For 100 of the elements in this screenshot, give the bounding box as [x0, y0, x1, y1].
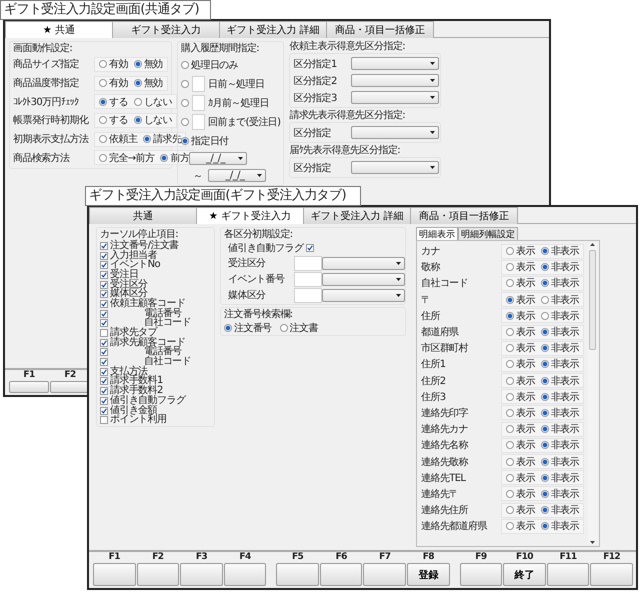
radio-button[interactable]: [540, 263, 549, 272]
tab[interactable]: 明細表示: [416, 227, 458, 240]
tab[interactable]: ★ 共通: [5, 21, 113, 38]
radio-button[interactable]: [540, 392, 549, 401]
radio-button[interactable]: [506, 392, 514, 401]
radio-button[interactable]: [540, 441, 549, 450]
tab[interactable]: ギフト受注入力 詳細: [219, 21, 327, 38]
radio-button[interactable]: [160, 154, 168, 162]
radio-button[interactable]: [506, 360, 514, 368]
dropdown[interactable]: [322, 272, 405, 286]
radio-button[interactable]: [540, 360, 549, 368]
radio-button[interactable]: [506, 425, 514, 434]
checkbox[interactable]: [100, 252, 108, 260]
arrow-up-icon[interactable]: [590, 243, 595, 246]
checkbox[interactable]: [100, 310, 108, 318]
radio-button[interactable]: [540, 328, 549, 336]
radio-button[interactable]: [540, 344, 549, 352]
dropdown[interactable]: _/_/_: [189, 152, 247, 165]
radio-button[interactable]: [134, 116, 142, 124]
radio-button[interactable]: [99, 116, 107, 124]
checkbox[interactable]: [100, 416, 108, 424]
radio-button[interactable]: [506, 408, 514, 417]
radio-button[interactable]: [181, 80, 189, 88]
tab[interactable]: 商品・項目一括修正: [326, 21, 434, 38]
radio-button[interactable]: [506, 247, 514, 256]
radio-button[interactable]: [506, 458, 514, 466]
arrow-down-icon[interactable]: [590, 541, 595, 544]
dropdown[interactable]: [351, 57, 440, 70]
tab[interactable]: 商品・項目一括修正: [410, 207, 518, 224]
radio-button[interactable]: [99, 79, 107, 88]
radio-button[interactable]: [540, 247, 549, 256]
radio-button[interactable]: [506, 279, 514, 288]
radio-button[interactable]: [506, 376, 514, 385]
radio-button[interactable]: [506, 490, 514, 498]
radio-button[interactable]: [99, 98, 107, 106]
tab[interactable]: 共通: [89, 207, 197, 224]
checkbox[interactable]: [100, 396, 108, 405]
radio-button[interactable]: [506, 312, 514, 320]
checkbox[interactable]: [100, 368, 108, 376]
checkbox[interactable]: [100, 348, 108, 356]
checkbox[interactable]: [100, 280, 108, 289]
radio-button[interactable]: [540, 312, 549, 320]
radio-button[interactable]: [280, 324, 288, 332]
tab[interactable]: ギフト受注入力: [112, 21, 220, 38]
checkbox[interactable]: [100, 338, 108, 347]
code-field[interactable]: [294, 288, 322, 302]
radio-button[interactable]: [540, 506, 549, 514]
dropdown[interactable]: [351, 126, 440, 139]
function-key-button[interactable]: 登録: [407, 563, 450, 586]
checkbox[interactable]: [100, 387, 108, 396]
checkbox[interactable]: [100, 242, 108, 250]
dropdown[interactable]: [322, 288, 405, 302]
checkbox[interactable]: [100, 319, 108, 328]
radio-button[interactable]: [540, 490, 549, 498]
radio-button[interactable]: [134, 60, 142, 68]
radio-button[interactable]: [506, 296, 514, 304]
radio-button[interactable]: [506, 328, 514, 336]
function-key-button[interactable]: [50, 381, 90, 393]
radio-button[interactable]: [540, 408, 549, 417]
checkbox[interactable]: [100, 290, 108, 298]
radio-button[interactable]: [181, 118, 189, 126]
radio-button[interactable]: [181, 98, 189, 106]
tab[interactable]: ギフト受注入力 詳細: [303, 207, 411, 224]
scrollbar[interactable]: [588, 243, 597, 544]
radio-button[interactable]: [540, 522, 549, 530]
radio-button[interactable]: [506, 474, 514, 482]
checkbox[interactable]: [100, 377, 108, 386]
function-key-button[interactable]: 終了: [503, 563, 546, 586]
dropdown[interactable]: [351, 91, 440, 104]
checkbox[interactable]: [306, 244, 314, 252]
radio-button[interactable]: [99, 135, 107, 144]
dropdown[interactable]: [351, 74, 440, 87]
radio-button[interactable]: [99, 154, 107, 162]
radio-button[interactable]: [506, 344, 514, 352]
code-field[interactable]: [294, 256, 322, 270]
count-field[interactable]: [192, 76, 205, 92]
radio-button[interactable]: [143, 135, 152, 144]
dropdown[interactable]: _/_/_: [208, 169, 266, 182]
radio-button[interactable]: [134, 98, 142, 106]
checkbox[interactable]: [100, 358, 108, 366]
radio-button[interactable]: [134, 79, 142, 88]
radio-button[interactable]: [540, 376, 549, 385]
checkbox[interactable]: [100, 406, 108, 415]
count-field[interactable]: [192, 94, 205, 110]
radio-button[interactable]: [540, 425, 549, 434]
checkbox[interactable]: [100, 270, 108, 279]
dropdown[interactable]: [322, 256, 405, 270]
checkbox[interactable]: [100, 329, 108, 338]
radio-button[interactable]: [506, 263, 514, 272]
radio-button[interactable]: [540, 474, 549, 482]
radio-button[interactable]: [540, 279, 549, 288]
radio-button[interactable]: [506, 441, 514, 450]
radio-button[interactable]: [99, 60, 107, 68]
radio-button[interactable]: [540, 296, 549, 304]
radio-button[interactable]: [181, 60, 189, 68]
count-field[interactable]: [192, 114, 205, 130]
checkbox[interactable]: [100, 300, 108, 308]
checkbox[interactable]: [100, 261, 108, 270]
radio-button[interactable]: [506, 506, 514, 514]
radio-button[interactable]: [540, 458, 549, 466]
